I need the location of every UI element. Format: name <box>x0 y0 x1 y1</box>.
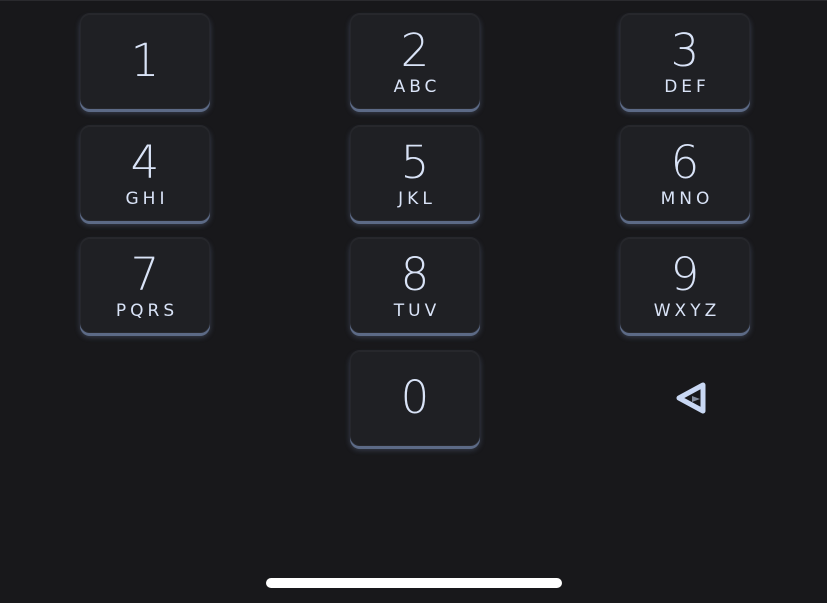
key-letters: GHI <box>125 189 169 209</box>
key-digit: 7 <box>130 248 160 301</box>
key-digit: 6 <box>670 136 700 189</box>
key-1[interactable]: 1 <box>80 13 210 109</box>
key-letters: WXYZ <box>653 301 721 321</box>
key-7[interactable]: 7 PQRS <box>80 237 210 333</box>
home-indicator[interactable] <box>266 578 562 588</box>
backspace-triangle-icon <box>676 382 706 414</box>
key-digit: 8 <box>400 248 430 301</box>
key-digit: 9 <box>670 248 700 301</box>
key-0[interactable]: 0 <box>350 350 480 446</box>
key-4[interactable]: 4 GHI <box>80 125 210 221</box>
backspace-button[interactable] <box>668 375 714 421</box>
key-8[interactable]: 8 TUV <box>350 237 480 333</box>
key-digit: 0 <box>400 371 430 424</box>
key-digit: 3 <box>670 24 700 77</box>
key-6[interactable]: 6 MNO <box>620 125 750 221</box>
dial-pad-screen: 1 2 ABC 3 DEF 4 GHI 5 JKL 6 MNO 7 PQRS 8… <box>0 0 827 603</box>
key-letters: JKL <box>398 189 436 209</box>
key-digit: 2 <box>400 24 430 77</box>
key-letters: TUV <box>393 301 441 321</box>
key-digit: 1 <box>130 34 160 87</box>
key-digit: 5 <box>400 136 430 189</box>
key-5[interactable]: 5 JKL <box>350 125 480 221</box>
key-digit: 4 <box>130 136 160 189</box>
key-letters: MNO <box>660 189 714 209</box>
key-letters: DEF <box>664 77 710 97</box>
key-letters: ABC <box>393 77 441 97</box>
key-9[interactable]: 9 WXYZ <box>620 237 750 333</box>
key-2[interactable]: 2 ABC <box>350 13 480 109</box>
key-letters: PQRS <box>115 301 179 321</box>
key-3[interactable]: 3 DEF <box>620 13 750 109</box>
